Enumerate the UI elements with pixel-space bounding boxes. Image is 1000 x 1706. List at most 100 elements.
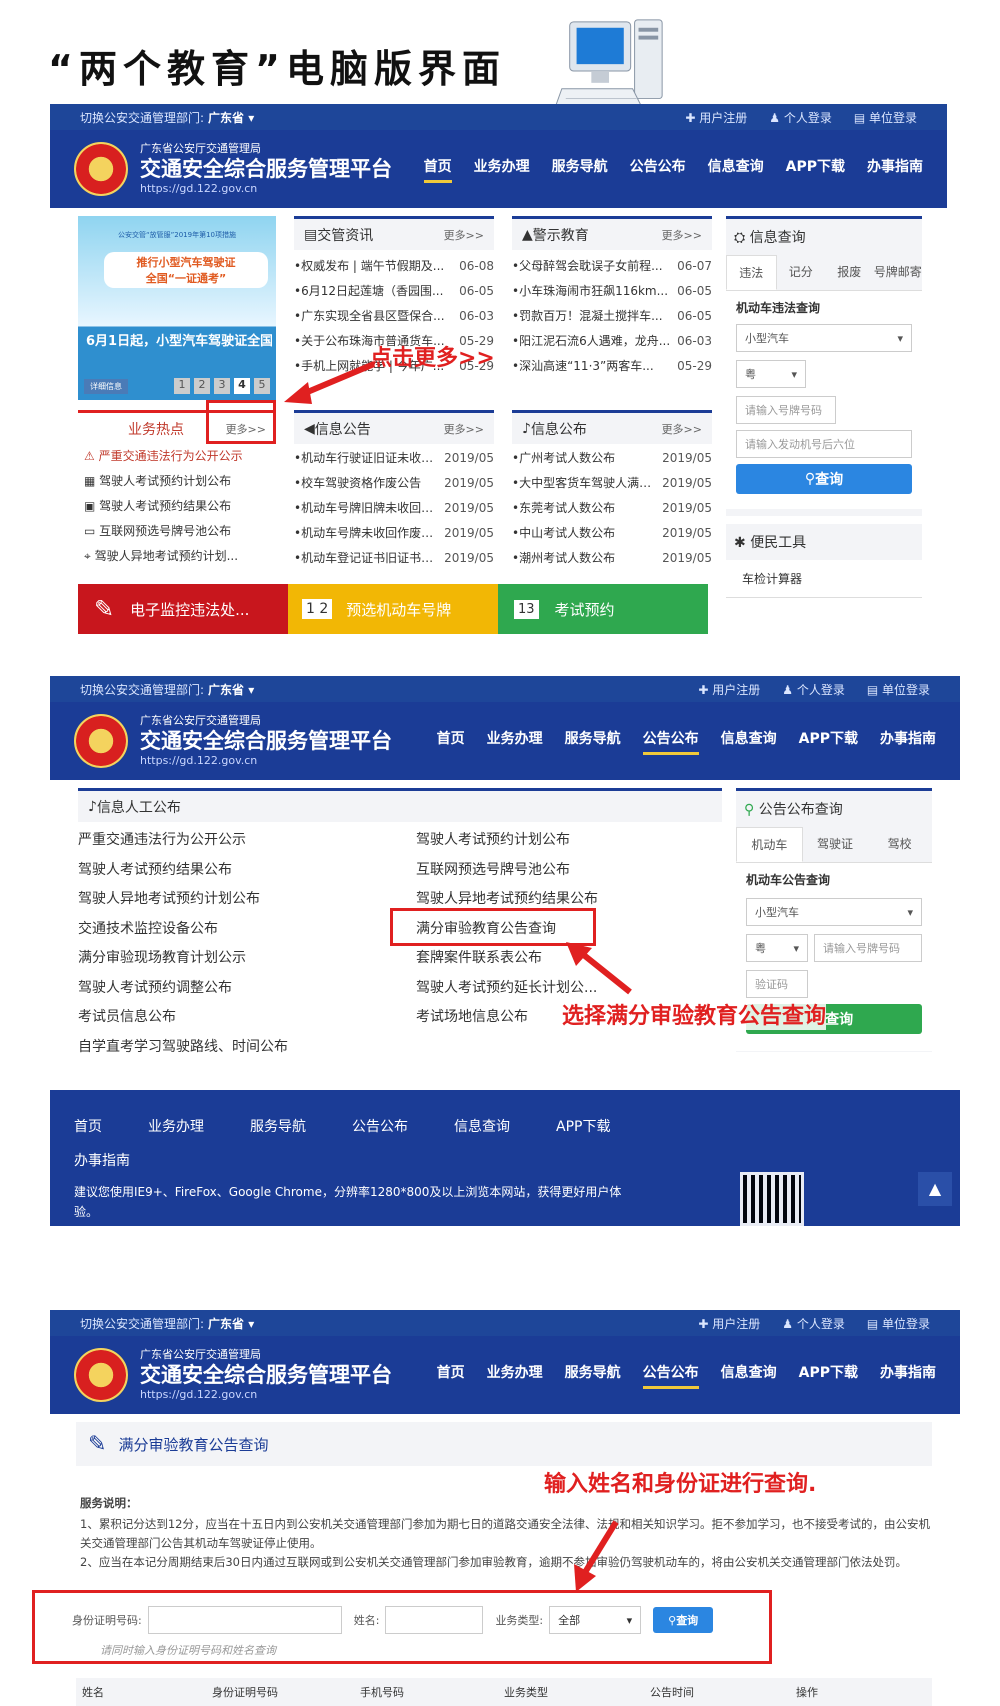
banner-detail-button[interactable]: 详细信息 [84, 378, 128, 394]
footer-nav-info[interactable]: 信息查询 [454, 1116, 510, 1136]
unit-login-link[interactable]: ▤ 单位登录 [867, 681, 930, 698]
personal-login-link[interactable]: ♟ 个人登录 [769, 109, 832, 126]
nav-app[interactable]: APP下载 [799, 1362, 858, 1389]
business-type-select[interactable]: 全部 ▾ [549, 1606, 642, 1634]
notice-link[interactable]: 交通技术监控设备公布 [78, 915, 288, 945]
nav-app[interactable]: APP下载 [799, 728, 858, 755]
news-item[interactable]: •权威发布 | 端午节假期及... 06-08 [294, 254, 494, 279]
nav-info[interactable]: 信息查询 [721, 728, 777, 755]
nav-service[interactable]: 服务导航 [552, 156, 608, 183]
id-number-input[interactable] [147, 1606, 342, 1634]
back-to-top-button[interactable]: ▲ [918, 1172, 952, 1206]
nav-service[interactable]: 服务导航 [565, 728, 621, 755]
hot-item[interactable]: ▭ 互联网预选号牌号池公布 [84, 519, 276, 544]
search-button[interactable]: ⚲ 查询 [653, 1607, 714, 1633]
notice-link[interactable]: 驾驶人考试预约计划公布 [416, 826, 598, 856]
register-link[interactable]: ✚ 用户注册 [685, 109, 747, 126]
info-more-link[interactable]: 更多>> [444, 421, 484, 437]
info-item[interactable]: •机动车行驶证旧证未收回... 2019/05 [294, 446, 494, 471]
unit-login-link[interactable]: ▤ 单位登录 [867, 1315, 930, 1332]
nav-info[interactable]: 信息查询 [708, 156, 764, 183]
nav-business[interactable]: 业务办理 [487, 1362, 543, 1389]
hot-item[interactable]: ⌖ 驾驶人异地考试预约计划... [84, 544, 276, 569]
inspection-calculator-link[interactable]: 车检计算器 [726, 560, 922, 598]
banner-page-3[interactable]: 3 [214, 378, 230, 394]
tab-violation[interactable]: 违法 [726, 255, 777, 290]
footer-nav-home[interactable]: 首页 [74, 1116, 102, 1136]
hot-item[interactable]: ⚠ 严重交通违法行为公开公示 [84, 444, 276, 469]
notice-link[interactable]: 严重交通违法行为公开公示 [78, 826, 288, 856]
tab-license[interactable]: 驾驶证 [803, 827, 868, 862]
banner-carousel[interactable]: 公安交管“放管服”2019年第10项措施 推行小型汽车驾驶证 全国“一证通考” 6… [78, 216, 276, 400]
province-select[interactable]: 粤 ▾ [746, 934, 808, 962]
vehicle-type-select[interactable]: 小型汽车 ▾ [736, 324, 912, 352]
nav-home[interactable]: 首页 [423, 156, 452, 183]
personal-login-link[interactable]: ♟ 个人登录 [782, 1315, 845, 1332]
tile-plate[interactable]: 1 2 预选机动车号牌 [288, 584, 498, 634]
notice-link[interactable]: 满分审验现场教育计划公示 [78, 944, 288, 974]
query-button[interactable]: ⚲ 查询 [736, 464, 912, 494]
warning-item[interactable]: •父母醉驾会耽误子女前程... 06-07 [512, 254, 712, 279]
nav-notice[interactable]: 公告公布 [642, 728, 699, 755]
notice-link[interactable]: 驾驶人异地考试预约计划公布 [78, 885, 288, 915]
nav-home[interactable]: 首页 [437, 1362, 465, 1389]
info2-item[interactable]: •中山考试人数公布 2019/05 [512, 521, 712, 546]
info-item[interactable]: •机动车号牌旧牌未收回作... 2019/05 [294, 496, 494, 521]
footer-nav-app[interactable]: APP下载 [556, 1116, 610, 1136]
notice-link[interactable]: 互联网预选号牌号池公布 [416, 856, 598, 886]
nav-notice[interactable]: 公告公布 [642, 1362, 699, 1389]
news-item[interactable]: •6月12日起莲塘（香园围... 06-05 [294, 279, 494, 304]
register-link[interactable]: ✚ 用户注册 [698, 1315, 760, 1332]
unit-login-link[interactable]: ▤ 单位登录 [854, 109, 917, 126]
info-item[interactable]: •机动车号牌未收回作废公... 2019/05 [294, 521, 494, 546]
hot-item[interactable]: ▦ 驾驶人考试预约计划公布 [84, 469, 276, 494]
nav-app[interactable]: APP下载 [786, 156, 845, 183]
tab-scrap[interactable]: 报废 [825, 255, 874, 290]
warning-item[interactable]: •阳江泥石流6人遇难，龙舟... 06-03 [512, 329, 712, 354]
tile-exam[interactable]: 13 考试预约 [498, 584, 708, 634]
nav-notice[interactable]: 公告公布 [630, 156, 686, 183]
region-select[interactable]: 广东省 ▾ [208, 109, 254, 126]
region-select[interactable]: 广东省 ▾ [208, 681, 254, 698]
nav-business[interactable]: 业务办理 [487, 728, 543, 755]
nav-business[interactable]: 业务办理 [474, 156, 530, 183]
captcha-input[interactable]: 验证码 [746, 970, 808, 998]
notice-link[interactable]: 自学直考学习驾驶路线、时间公布 [78, 1033, 288, 1063]
plate-input[interactable]: 请输入号牌号码 [814, 934, 922, 962]
tile-violation[interactable]: ✎ 电子监控违法处... [78, 584, 288, 634]
nav-info[interactable]: 信息查询 [721, 1362, 777, 1389]
tab-vehicle[interactable]: 机动车 [736, 827, 803, 862]
nav-home[interactable]: 首页 [437, 728, 465, 755]
info-item[interactable]: •机动车登记证书旧证书未... 2019/05 [294, 546, 494, 571]
notice-link[interactable]: 驾驶人考试预约结果公布 [78, 856, 288, 886]
banner-page-5[interactable]: 5 [254, 378, 270, 394]
nav-service[interactable]: 服务导航 [565, 1362, 621, 1389]
footer-nav-service[interactable]: 服务导航 [250, 1116, 306, 1136]
warning-item[interactable]: •罚款百万！混凝土搅拌车... 06-05 [512, 304, 712, 329]
tab-school[interactable]: 驾校 [867, 827, 932, 862]
info2-more-link[interactable]: 更多>> [662, 421, 702, 437]
news-item[interactable]: •广东实现全省县区暨保合... 06-03 [294, 304, 494, 329]
info2-item[interactable]: •广州考试人数公布 2019/05 [512, 446, 712, 471]
nav-guide[interactable]: 办事指南 [867, 156, 923, 183]
personal-login-link[interactable]: ♟ 个人登录 [782, 681, 845, 698]
name-input[interactable] [385, 1606, 484, 1634]
nav-guide[interactable]: 办事指南 [880, 728, 936, 755]
banner-page-2[interactable]: 2 [194, 378, 210, 394]
info2-item[interactable]: •东莞考试人数公布 2019/05 [512, 496, 712, 521]
province-select[interactable]: 粤 ▾ [736, 360, 806, 388]
hot-item[interactable]: ▣ 驾驶人考试预约结果公布 [84, 494, 276, 519]
info2-item[interactable]: •大中型客货车驾驶人满分... 2019/05 [512, 471, 712, 496]
info-item[interactable]: •校车驾驶资格作废公告 2019/05 [294, 471, 494, 496]
banner-page-4[interactable]: 4 [234, 378, 250, 394]
news-more-link[interactable]: 更多>> [444, 227, 484, 243]
tab-plate-mail[interactable]: 号牌邮寄 [874, 255, 923, 290]
register-link[interactable]: ✚ 用户注册 [698, 681, 760, 698]
banner-page-1[interactable]: 1 [174, 378, 190, 394]
notice-link[interactable]: 考试员信息公布 [78, 1003, 288, 1033]
nav-guide[interactable]: 办事指南 [880, 1362, 936, 1389]
footer-nav-notice[interactable]: 公告公布 [352, 1116, 408, 1136]
warning-more-link[interactable]: 更多>> [662, 227, 702, 243]
warning-item[interactable]: •小车珠海闹市狂飙116km... 06-05 [512, 279, 712, 304]
vehicle-type-select[interactable]: 小型汽车 ▾ [746, 898, 922, 926]
